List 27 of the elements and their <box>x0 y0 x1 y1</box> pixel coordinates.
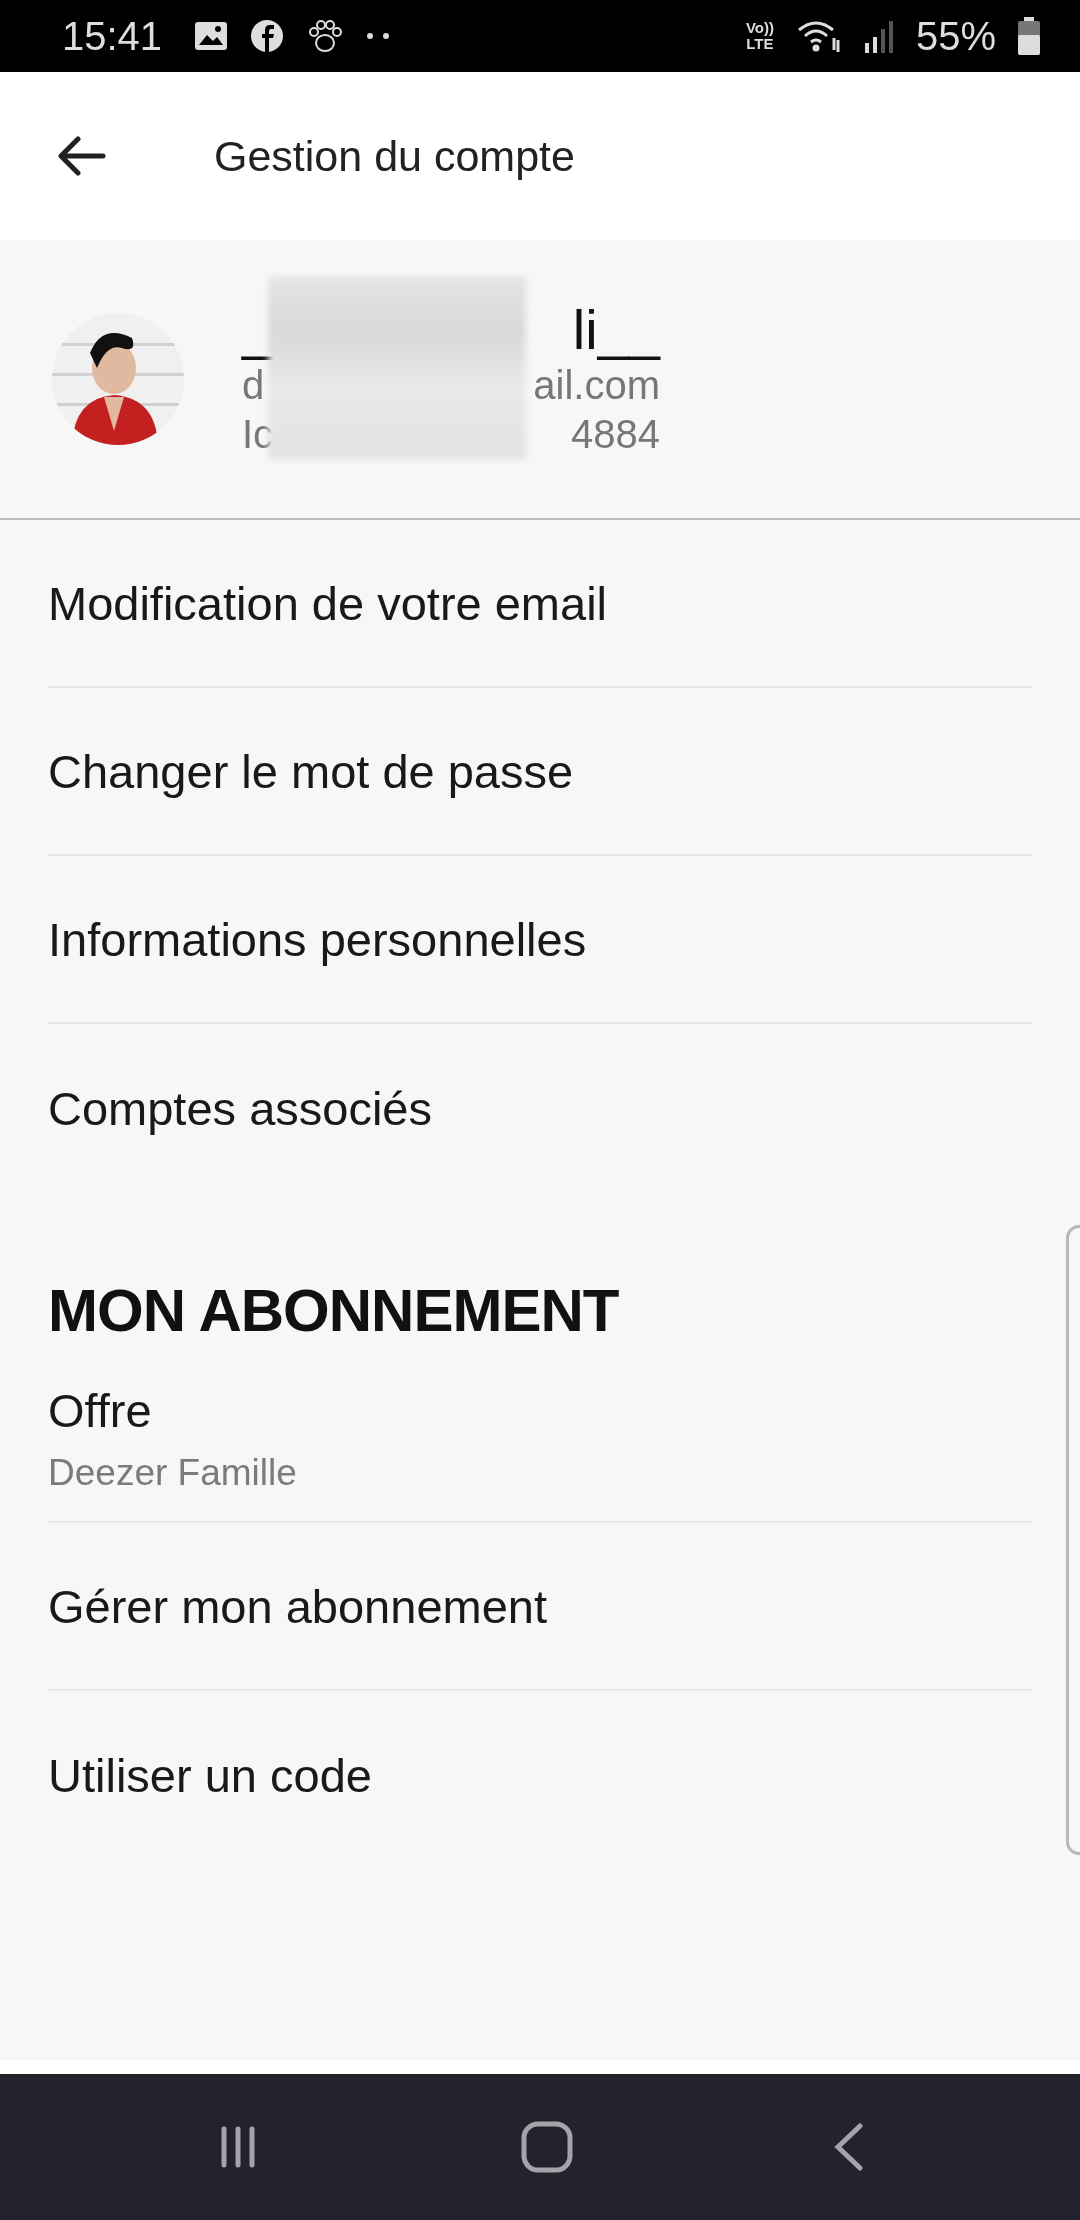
username-fragment: _ <box>242 299 274 361</box>
account-detail-fragment: 4884 <box>571 411 660 458</box>
back-arrow-icon[interactable] <box>58 136 106 176</box>
wifi-icon <box>795 18 842 54</box>
menu-item[interactable]: Gérer mon abonnement <box>48 1523 1032 1691</box>
back-icon[interactable] <box>834 2123 864 2171</box>
home-icon[interactable] <box>521 2121 573 2173</box>
menu-item[interactable]: Changer le mot de passe <box>48 688 1032 856</box>
paw-icon <box>306 18 345 54</box>
account-detail-fragment: Ic <box>242 411 274 458</box>
screen-title: Gestion du compte <box>214 131 575 181</box>
social-icon <box>250 19 285 53</box>
account-detail-fragment: ail.com <box>533 362 660 409</box>
status-time: 15:41 <box>62 13 163 59</box>
username-fragment: li__ <box>572 299 660 361</box>
account-detail-fragment: d <box>242 362 265 409</box>
section-heading: MON ABONNEMENT <box>48 1276 620 1345</box>
menu-item[interactable]: Modification de votre email <box>48 520 1032 688</box>
menu-item[interactable]: Offre Deezer Famille <box>48 1355 1032 1523</box>
menu-item[interactable]: Informations personnelles <box>48 856 1032 1024</box>
menu-item[interactable]: Utiliser un code <box>48 1691 1032 1859</box>
volte-label: Vo)) LTE <box>745 20 774 52</box>
signal-icon <box>863 19 894 53</box>
battery-percent: 55% <box>915 13 996 59</box>
image-icon <box>194 21 229 51</box>
battery-icon <box>1018 17 1040 55</box>
menu-item[interactable]: Comptes associés <box>48 1024 1032 1192</box>
